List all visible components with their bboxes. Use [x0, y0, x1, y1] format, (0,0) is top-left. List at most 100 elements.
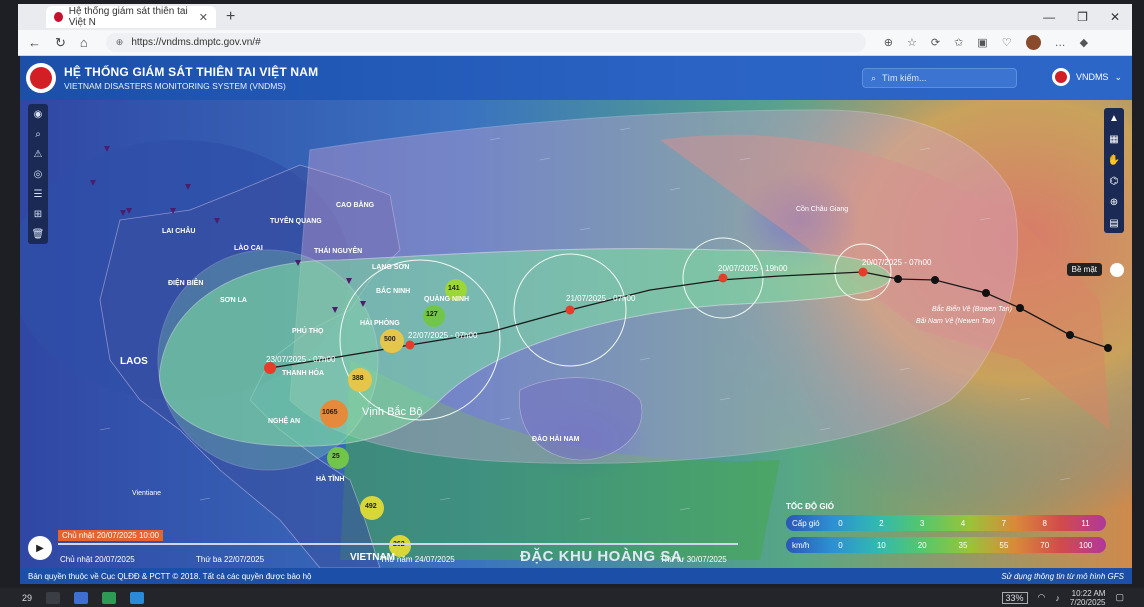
layer-toggle-label: Bề mặt [1066, 263, 1102, 276]
wind-level-value: 2 [879, 518, 884, 528]
timeline-date[interactable]: Thứ năm 24/07/2025 [380, 555, 455, 564]
wind-level-value: 11 [1081, 518, 1090, 528]
timeline-current: Chủ nhật 20/07/2025 10:00 [58, 530, 163, 541]
app-logo-icon [26, 63, 56, 93]
map-layer-icon[interactable]: ▲ [1107, 111, 1121, 125]
location-icon[interactable]: ◎ [31, 167, 45, 181]
wind-level-value: 3 [919, 518, 925, 528]
system-clock[interactable]: 10:22 AM 7/20/2025 [1070, 589, 1106, 607]
wind-speed-value: 70 [1040, 540, 1050, 550]
layer-toggle[interactable] [1110, 263, 1124, 277]
notifications-icon[interactable]: ▢ [1115, 592, 1124, 603]
clock-time: 10:22 AM [1071, 588, 1106, 598]
wind-level-bar: Cấp gió 0 2 3 4 7 8 11 [786, 515, 1106, 531]
legend-icon[interactable]: ▤ [1107, 216, 1121, 230]
browser-tab[interactable]: Hệ thống giám sát thiên tai Việt N ✕ [46, 6, 216, 28]
wind-speed-bar: km/h 0 10 20 35 55 70 100 [786, 537, 1106, 553]
chevron-down-icon: ⌄ [1114, 71, 1122, 82]
close-window-button[interactable]: ✕ [1110, 10, 1120, 24]
timeline: ▶ Chủ nhật 20/07/2025 10:00 Chủ nhật 20/… [20, 530, 760, 568]
map-area[interactable]: ◉ ⌕ ⚠ ◎ ☰ ⊞ 🗑 ▲ ▦ ✋ ⌬ ⊕ ▤ Bề mặt LAI CHÂ… [20, 100, 1132, 568]
clock-date: 7/20/2025 [1069, 597, 1106, 607]
layers-icon[interactable]: ◉ [31, 107, 45, 121]
url-text: https://vndms.dmptc.gov.vn/# [131, 37, 261, 48]
stack-icon[interactable]: ☰ [31, 187, 45, 201]
battery-indicator[interactable]: 33% [1001, 591, 1028, 604]
address-bar-row: ← ↻ ⌂ ⊕ https://vndms.dmptc.gov.vn/# ⊕ ☆… [18, 30, 1132, 56]
timeline-track[interactable] [58, 543, 738, 545]
volume-icon[interactable]: ♪ [1055, 593, 1060, 603]
favorites-icon[interactable]: ✩ [954, 36, 963, 49]
more-menu-icon[interactable]: … [1055, 37, 1066, 49]
grid-icon[interactable]: ▦ [1107, 132, 1121, 146]
hand-icon[interactable]: ✋ [1107, 153, 1121, 167]
site-info-icon[interactable]: ⊕ [116, 37, 124, 48]
timeline-date[interactable]: Thứ ba 22/07/2025 [196, 555, 264, 564]
edge-browser-icon[interactable] [130, 591, 145, 604]
site-favicon-icon [54, 12, 63, 22]
play-button[interactable]: ▶ [28, 536, 52, 560]
favorite-star-icon[interactable]: ☆ [907, 36, 917, 49]
wind-speed-value: 10 [876, 540, 886, 550]
search-placeholder: Tìm kiếm... [882, 73, 927, 83]
timeline-date[interactable]: Chủ nhật 20/07/2025 [60, 555, 135, 564]
wind-speed-value: 0 [838, 540, 843, 550]
search-map-icon[interactable]: ⌕ [31, 127, 45, 141]
user-name: VNDMS [1075, 72, 1109, 82]
copyright-text: Bản quyền thuộc về Cục QLĐĐ & PCTT © 201… [28, 571, 312, 581]
trash-icon[interactable]: 🗑 [31, 227, 45, 241]
close-tab-icon[interactable]: ✕ [199, 11, 208, 24]
wind-level-value: 0 [838, 518, 843, 528]
wind-speed-value: 100 [1078, 540, 1093, 550]
back-arrow-icon[interactable]: ← [28, 35, 41, 51]
collections-icon[interactable]: ▣ [977, 36, 987, 49]
network-icon[interactable]: ⌬ [1107, 174, 1121, 188]
extensions-icon[interactable]: ⟳ [931, 36, 940, 49]
maximize-button[interactable]: ❐ [1077, 10, 1088, 24]
home-icon[interactable]: ⌂ [80, 35, 88, 51]
wind-level-label: Cấp gió [792, 518, 820, 528]
wifi-icon[interactable]: ◠ [1038, 592, 1046, 603]
alert-icon[interactable]: ⚠ [31, 147, 45, 161]
wind-legend: TỐC ĐỘ GIÓ Cấp gió 0 2 3 4 7 8 11 km/h 0… [786, 502, 1106, 559]
model-source-text: Sử dụng thông tin từ mô hình GFS [1001, 571, 1124, 581]
left-toolbar: ◉ ⌕ ⚠ ◎ ☰ ⊞ 🗑 [28, 104, 48, 244]
wind-level-value: 4 [960, 518, 966, 528]
screen: Hệ thống giám sát thiên tai Việt N ✕ + —… [0, 0, 1144, 607]
search-input[interactable]: ⌕ Tìm kiếm... [862, 68, 1017, 88]
zoom-icon[interactable]: ⊕ [884, 36, 893, 49]
zoom-in-icon[interactable]: ⊕ [1107, 195, 1121, 209]
wind-legend-title: TỐC ĐỘ GIÓ [786, 502, 834, 511]
new-tab-button[interactable]: + [226, 8, 235, 26]
wind-speed-value: 55 [999, 540, 1009, 550]
tab-title: Hệ thống giám sát thiên tai Việt N [68, 6, 188, 28]
app-footer: Bản quyền thuộc về Cục QLĐĐ & PCTT © 201… [20, 568, 1132, 584]
weather-temp[interactable]: 29 [22, 593, 32, 603]
browser-tab-bar: Hệ thống giám sát thiên tai Việt N ✕ + —… [18, 4, 1132, 30]
app-subtitle: VIETNAM DISASTERS MONITORING SYSTEM (VND… [64, 81, 286, 91]
user-menu[interactable]: VNDMS ⌄ [1051, 68, 1122, 86]
timeline-date[interactable]: Thứ tư 30/07/2025 [660, 555, 727, 564]
app-header: HỆ THỐNG GIÁM SÁT THIÊN TAI VIỆT NAM VIE… [20, 56, 1132, 100]
user-avatar [1051, 68, 1070, 86]
history-icon[interactable]: ♡ [1002, 36, 1012, 49]
file-explorer-icon[interactable] [74, 591, 89, 604]
minimize-button[interactable]: — [1043, 10, 1055, 24]
map-canvas [20, 100, 1132, 568]
right-toolbar: ▲ ▦ ✋ ⌬ ⊕ ▤ [1104, 108, 1124, 233]
store-icon[interactable] [102, 591, 117, 604]
os-taskbar: 29 33% ◠ ♪ 10:22 AM 7/20/2025 ▢ [0, 588, 1144, 607]
reload-icon[interactable]: ↻ [55, 35, 66, 51]
wind-level-value: 8 [1042, 518, 1047, 528]
app-title: HỆ THỐNG GIÁM SÁT THIÊN TAI VIỆT NAM [64, 65, 319, 79]
url-field[interactable]: ⊕ https://vndms.dmptc.gov.vn/# [105, 33, 866, 52]
search-icon[interactable] [46, 591, 61, 604]
database-icon[interactable]: ⊞ [31, 207, 45, 221]
copilot-icon[interactable]: ◆ [1080, 36, 1088, 49]
wind-speed-value: 20 [917, 540, 927, 550]
profile-avatar[interactable] [1025, 35, 1041, 50]
search-icon: ⌕ [871, 72, 877, 83]
wind-speed-value: 35 [958, 540, 968, 550]
wind-level-value: 7 [1001, 518, 1007, 528]
wind-speed-label: km/h [792, 540, 810, 550]
